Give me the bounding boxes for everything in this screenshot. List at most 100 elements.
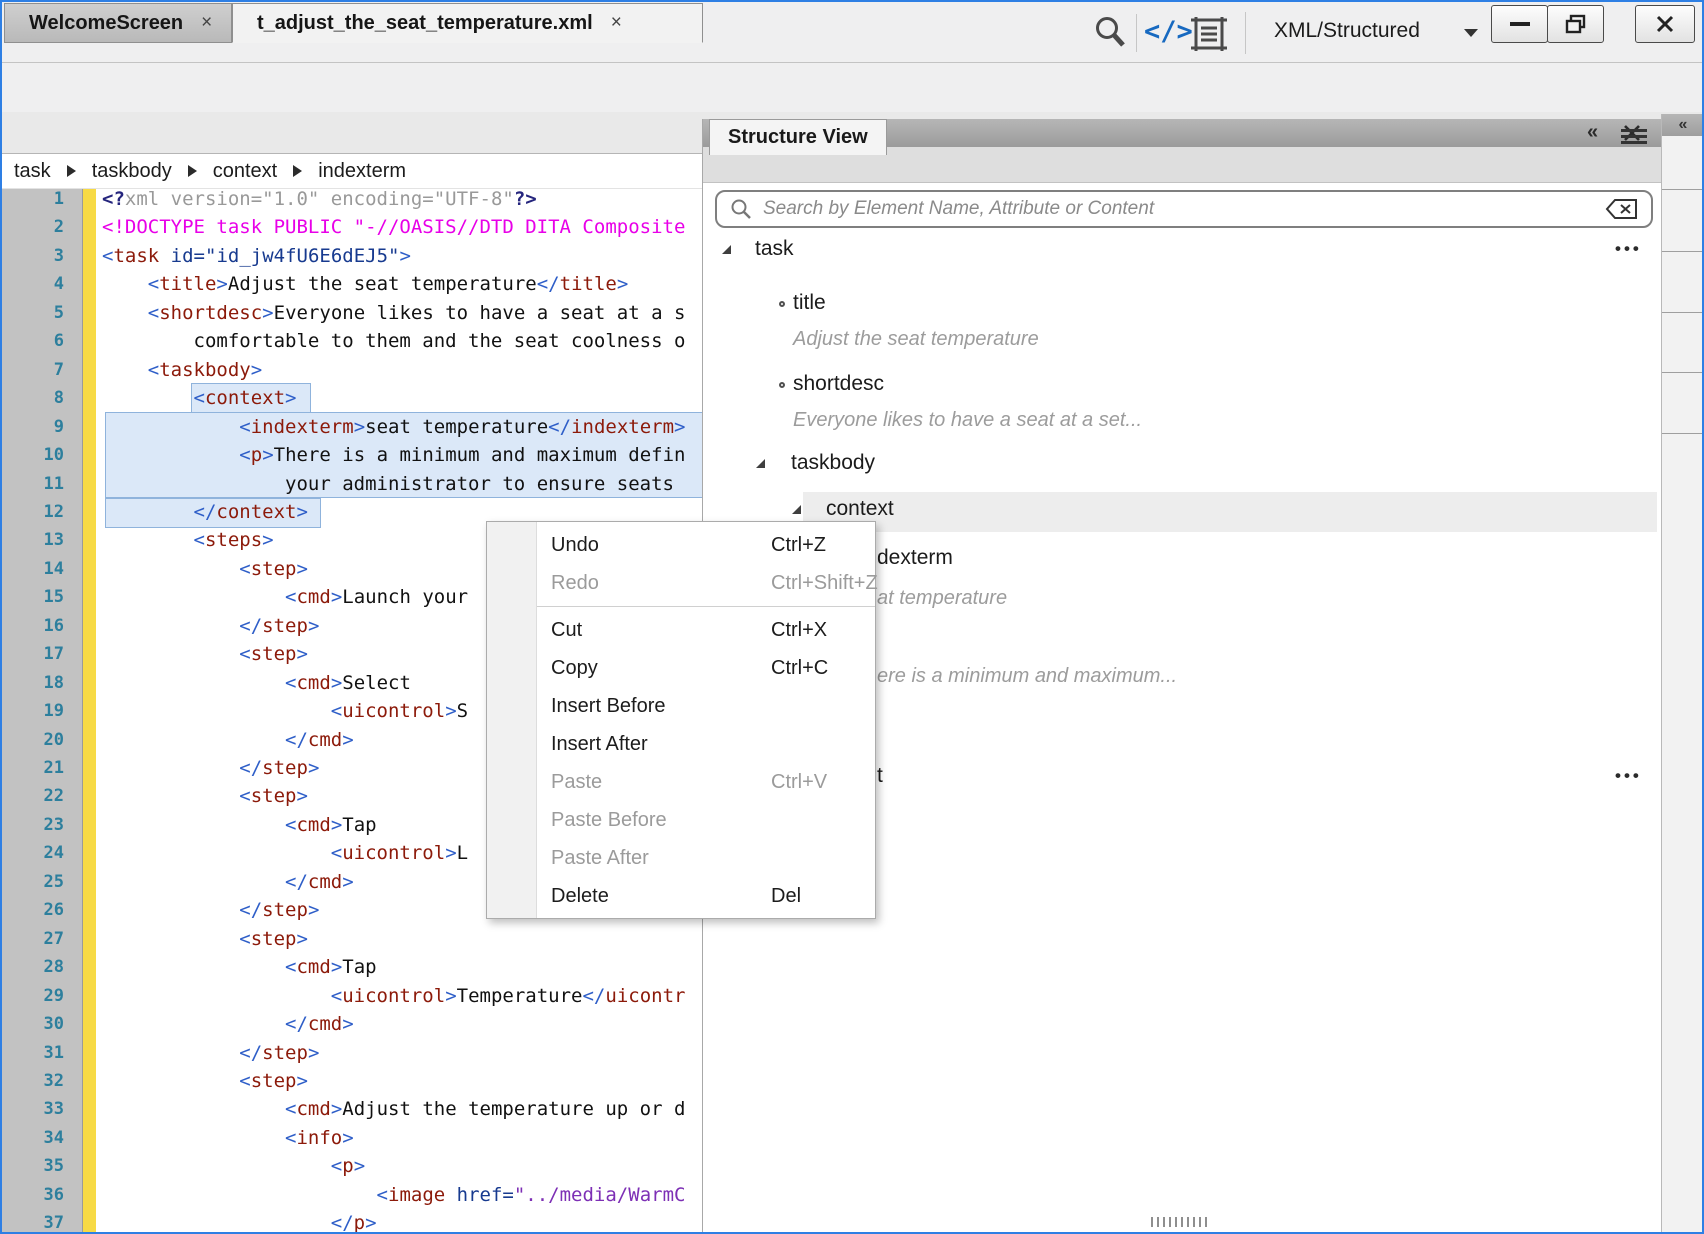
tree-element-context[interactable]: context — [826, 497, 894, 521]
menu-item-label: Redo — [551, 572, 599, 595]
search-icon[interactable] — [1092, 14, 1128, 52]
tree-element-task[interactable]: task — [755, 237, 794, 261]
secondary-toolbar — [2, 63, 1702, 112]
menu-item-paste-after[interactable]: Paste After — [537, 839, 875, 877]
code-line-9: <indexterm>seat temperature</indexterm> — [102, 413, 685, 441]
breadcrumb-item-indexterm[interactable]: indexterm — [318, 160, 406, 183]
code-line-36: <image href="../media/WarmC — [102, 1181, 685, 1209]
code-line-8: <context> — [102, 384, 297, 412]
tree-content-at-temperature[interactable]: at temperature — [877, 587, 1007, 610]
code-line-1: <?xml version="1.0" encoding="UTF-8"?> — [102, 185, 537, 213]
toolbar-divider — [1136, 14, 1137, 52]
code-line-10: <p>There is a minimum and maximum defin — [102, 441, 685, 469]
line-number: 2 — [2, 213, 72, 241]
code-line-4: <title>Adjust the seat temperature</titl… — [102, 270, 628, 298]
breadcrumb-item-context[interactable]: context — [213, 160, 277, 183]
menu-item-label: Delete — [551, 885, 609, 908]
structured-view-icon[interactable] — [1188, 15, 1230, 53]
menu-item-shortcut: Ctrl+Shift+Z — [771, 572, 878, 595]
restore-button[interactable] — [1547, 5, 1604, 43]
menu-item-cut[interactable]: CutCtrl+X — [537, 611, 875, 649]
line-number: 10 — [2, 441, 72, 469]
code-view-icon[interactable]: </> — [1144, 16, 1193, 47]
menu-item-label: Paste After — [551, 847, 649, 870]
more-options-icon[interactable]: ••• — [1615, 239, 1642, 259]
tab-label: WelcomeScreen — [5, 12, 197, 35]
line-number: 4 — [2, 270, 72, 298]
line-number: 26 — [2, 896, 72, 924]
code-line-20: </cmd> — [102, 726, 354, 754]
tab-close-icon[interactable]: × — [607, 12, 636, 34]
menu-item-shortcut: Ctrl+Z — [771, 534, 826, 557]
code-line-2: <!DOCTYPE task PUBLIC "-//OASIS//DTD DIT… — [102, 213, 685, 241]
tab-welcomescreen[interactable]: WelcomeScreen × — [4, 3, 232, 43]
collapsed-side-strip[interactable]: « — [1661, 114, 1704, 1234]
code-line-13: <steps> — [102, 526, 274, 554]
line-number: 35 — [2, 1152, 72, 1180]
line-number: 19 — [2, 697, 72, 725]
menu-item-delete[interactable]: DeleteDel — [537, 877, 875, 915]
tree-content-ere-is-a-minimum-and-maximum-[interactable]: ere is a minimum and maximum... — [877, 665, 1177, 688]
minimize-button[interactable] — [1491, 5, 1548, 43]
menu-item-paste[interactable]: PasteCtrl+V — [537, 763, 875, 801]
tree-content-adjust-the-seat-temperature[interactable]: Adjust the seat temperature — [793, 328, 1039, 351]
line-number: 30 — [2, 1010, 72, 1038]
tree-element-taskbody[interactable]: taskbody — [791, 451, 875, 475]
tree-element-t[interactable]: t — [877, 764, 883, 788]
breadcrumb-item-taskbody[interactable]: taskbody — [92, 160, 172, 183]
code-line-25: </cmd> — [102, 868, 354, 896]
leaf-bullet-icon — [779, 301, 785, 307]
context-menu: UndoCtrl+ZRedoCtrl+Shift+ZCutCtrl+XCopyC… — [486, 521, 876, 919]
code-line-6: comfortable to them and the seat coolnes… — [102, 327, 685, 355]
leaf-bullet-icon — [779, 382, 785, 388]
menu-item-shortcut: Ctrl+X — [771, 619, 827, 642]
tab-t-adjust-the-seat-temperature[interactable]: t_adjust_the_seat_temperature.xml × — [232, 3, 703, 43]
expander-collapse-icon[interactable] — [791, 504, 802, 515]
menu-item-paste-before[interactable]: Paste Before — [537, 801, 875, 839]
line-number: 1 — [2, 185, 72, 213]
line-number: 22 — [2, 782, 72, 810]
code-line-35: <p> — [102, 1152, 365, 1180]
code-line-24: <uicontrol>L — [102, 839, 468, 867]
menu-item-insert-before[interactable]: Insert Before — [537, 687, 875, 725]
expander-collapse-icon[interactable] — [755, 458, 766, 469]
close-button[interactable] — [1635, 5, 1695, 43]
line-number: 28 — [2, 953, 72, 981]
tree-content-everyone-likes-to-have-a-seat-at-a-set-[interactable]: Everyone likes to have a seat at a set..… — [793, 409, 1142, 432]
menu-item-label: Paste Before — [551, 809, 667, 832]
line-number: 31 — [2, 1039, 72, 1067]
view-mode-dropdown[interactable]: XML/Structured — [1274, 19, 1420, 43]
menu-item-label: Paste — [551, 771, 602, 794]
line-number: 25 — [2, 868, 72, 896]
panel-resize-grip[interactable] — [1151, 1217, 1221, 1229]
menu-item-shortcut: Ctrl+C — [771, 657, 828, 680]
menu-item-label: Undo — [551, 534, 599, 557]
menu-item-label: Insert Before — [551, 695, 666, 718]
line-number: 3 — [2, 242, 72, 270]
menu-item-copy[interactable]: Copy Ctrl+C — [537, 649, 875, 687]
breadcrumb-arrow-icon — [67, 165, 76, 177]
code-line-21: </step> — [102, 754, 319, 782]
line-number: 18 — [2, 669, 72, 697]
code-line-27: <step> — [102, 925, 308, 953]
menu-item-label: Copy — [551, 657, 598, 680]
line-number: 20 — [2, 726, 72, 754]
chevron-down-icon[interactable] — [1464, 29, 1478, 37]
code-line-19: <uicontrol>S — [102, 697, 468, 725]
line-number: 6 — [2, 327, 72, 355]
tab-close-icon[interactable]: × — [197, 12, 226, 34]
menu-item-undo[interactable]: Undo Ctrl+Z — [537, 526, 875, 564]
breadcrumb-item-task[interactable]: task — [14, 160, 51, 183]
code-line-26: </step> — [102, 896, 319, 924]
expand-strip-icon[interactable]: « — [1662, 114, 1704, 136]
line-number: 5 — [2, 299, 72, 327]
more-options-icon[interactable]: ••• — [1615, 766, 1642, 786]
expander-collapse-icon[interactable] — [721, 244, 732, 255]
tree-element-dexterm[interactable]: dexterm — [877, 546, 953, 570]
line-number: 16 — [2, 612, 72, 640]
tree-element-title[interactable]: title — [793, 291, 826, 315]
menu-item-redo[interactable]: Redo Ctrl+Shift+Z — [537, 564, 875, 602]
line-number: 36 — [2, 1181, 72, 1209]
menu-item-insert-after[interactable]: Insert After — [537, 725, 875, 763]
tree-element-shortdesc[interactable]: shortdesc — [793, 372, 884, 396]
